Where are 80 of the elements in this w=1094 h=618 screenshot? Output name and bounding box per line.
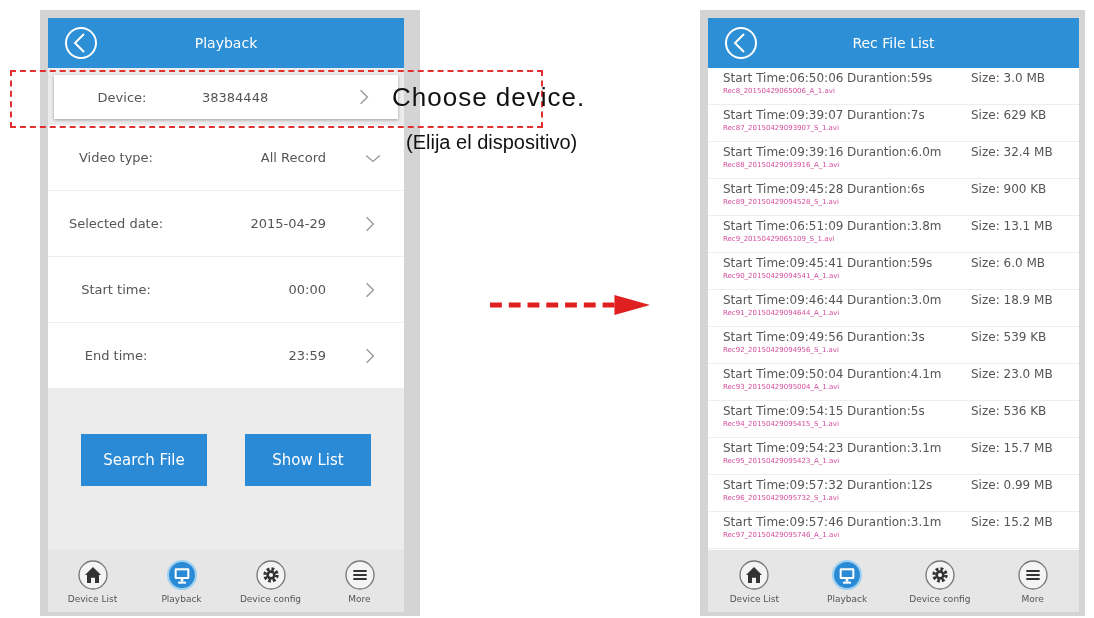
back-icon[interactable]	[724, 26, 758, 60]
start-time-text: Start Time:09:57:46	[723, 515, 845, 529]
menu-icon	[343, 558, 376, 591]
start-time-text: Start Time:09:39:07	[723, 108, 845, 122]
field-label: Start time:	[81, 282, 151, 297]
monitor-icon	[831, 558, 864, 591]
size-text: Size: 3.0 MB	[971, 71, 1045, 85]
chevron-right-icon	[364, 280, 376, 299]
start-time-text: Start Time:09:57:32	[723, 478, 845, 492]
duration-text: Durantion:5s	[847, 404, 926, 418]
tab-item[interactable]: Device config	[230, 558, 311, 604]
start-time-text: Start Time:09:50:04	[723, 367, 845, 381]
start-time-text: Start Time:09:39:16	[723, 145, 845, 159]
home-icon	[738, 558, 771, 591]
field-value: 2015-04-29	[250, 216, 326, 231]
start-time-text: Start Time:09:54:23	[723, 441, 845, 455]
size-text: Size: 539 KB	[971, 330, 1047, 344]
gear-icon	[923, 558, 956, 591]
screen-title: Playback	[193, 35, 259, 51]
monitor-icon	[165, 558, 198, 591]
tab-item[interactable]: Playback	[141, 558, 222, 604]
duration-text: Durantion:3.8m	[847, 219, 943, 233]
home-icon	[76, 558, 109, 591]
duration-text: Durantion:6.0m	[847, 145, 943, 159]
field-label: Video type:	[79, 150, 153, 165]
duration-text: Durantion:4.1m	[847, 367, 943, 381]
duration-text: Durantion:3.1m	[847, 515, 943, 529]
duration-text: Durantion:3.0m	[847, 293, 943, 307]
setting-row[interactable]: Video type: All Record	[48, 125, 404, 191]
annotation-subtitle: (Elija el dispositivo)	[406, 131, 579, 154]
field-value: 23:59	[288, 348, 326, 363]
setting-row[interactable]: Selected date: 2015-04-29	[48, 191, 404, 257]
menu-icon	[1016, 558, 1049, 591]
size-text: Size: 6.0 MB	[971, 256, 1045, 270]
field-label: End time:	[84, 348, 148, 363]
size-text: Size: 32.4 MB	[971, 145, 1053, 159]
duration-text: Durantion:3.1m	[847, 441, 943, 455]
start-time-text: Start Time:06:51:09	[723, 219, 845, 233]
duration-text: Durantion:12s	[847, 478, 934, 492]
start-time-text: Start Time:09:54:15	[723, 404, 845, 418]
duration-text: Durantion:59s	[847, 71, 934, 85]
setting-row[interactable]: End time: 23:59	[48, 323, 404, 389]
size-text: Size: 629 KB	[971, 108, 1047, 122]
duration-text: Durantion:7s	[847, 108, 926, 122]
start-time-text: Start Time:09:49:56	[723, 330, 845, 344]
size-text: Size: 18.9 MB	[971, 293, 1053, 307]
field-value: 00:00	[288, 282, 326, 297]
field-label: Selected date:	[68, 216, 164, 231]
start-time-text: Start Time:09:45:28	[723, 182, 845, 196]
size-text: Size: 900 KB	[971, 182, 1047, 196]
start-time-text: Start Time:09:45:41	[723, 256, 845, 270]
chevron-right-icon	[358, 88, 370, 106]
tab-item[interactable]: Device List	[52, 558, 133, 604]
screen-title: Rec File List	[851, 35, 936, 51]
setting-row[interactable]: Start time: 00:00	[48, 257, 404, 323]
size-text: Size: 13.1 MB	[971, 219, 1053, 233]
chevron-right-icon	[364, 346, 376, 365]
field-value: 38384448	[202, 89, 269, 105]
gear-icon	[254, 558, 287, 591]
tab-item[interactable]: More	[992, 558, 1073, 604]
size-text: Size: 23.0 MB	[971, 367, 1053, 381]
tab-item[interactable]: Playback	[807, 558, 888, 604]
size-text: Size: 536 KB	[971, 404, 1047, 418]
duration-text: Durantion:6s	[847, 182, 926, 196]
action-button[interactable]: Show List	[245, 433, 371, 486]
chevron-right-icon	[364, 214, 376, 233]
start-time-text: Start Time:09:46:44	[723, 293, 845, 307]
tab-item[interactable]: More	[319, 558, 400, 604]
action-button[interactable]: Search File	[81, 433, 207, 486]
size-text: Size: 0.99 MB	[971, 478, 1053, 492]
field-label: Device:	[97, 89, 147, 105]
duration-text: Durantion:59s	[847, 256, 934, 270]
tab-item[interactable]: Device List	[714, 558, 795, 604]
size-text: Size: 15.2 MB	[971, 515, 1053, 529]
tab-item[interactable]: Device config	[899, 558, 980, 604]
field-value: All Record	[260, 150, 326, 165]
size-text: Size: 15.7 MB	[971, 441, 1053, 455]
start-time-text: Start Time:06:50:06	[723, 71, 845, 85]
duration-text: Durantion:3s	[847, 330, 926, 344]
back-icon[interactable]	[64, 26, 98, 60]
